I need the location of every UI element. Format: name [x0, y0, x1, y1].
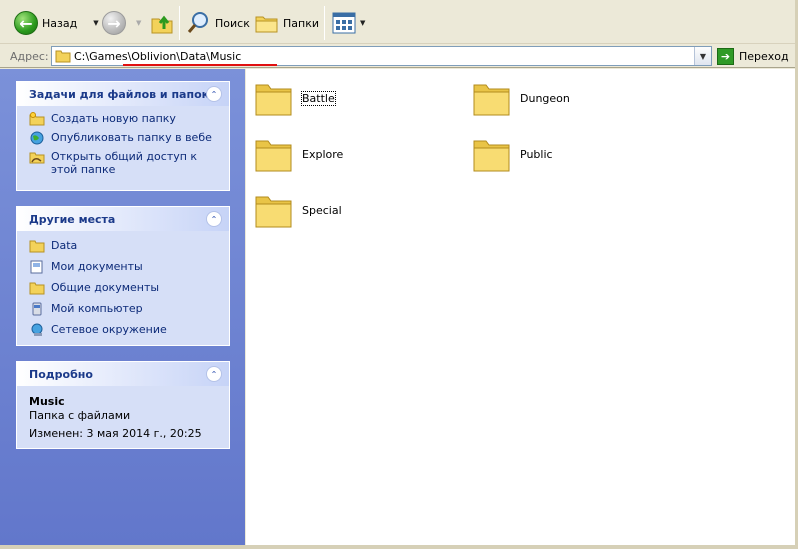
- folder-icon: [473, 140, 510, 172]
- collapse-icon[interactable]: ⌃: [206, 366, 222, 382]
- search-button[interactable]: Поиск: [187, 8, 250, 38]
- task-pane: Задачи для файлов и папок ⌃ Создать нову…: [0, 69, 245, 545]
- forward-button[interactable]: → ▼: [102, 8, 141, 38]
- network-icon: [31, 323, 43, 336]
- details-modified: Изменен: 3 мая 2014 г., 20:25: [29, 427, 202, 440]
- folder-view[interactable]: Battle Dungeon Explore Public Special: [246, 69, 795, 545]
- web-publish-icon: [30, 131, 44, 145]
- details-type: Папка с файлами: [29, 409, 131, 422]
- go-button[interactable]: ➔ Переход: [717, 46, 789, 66]
- task-label: Создать новую папку: [51, 112, 176, 125]
- place-label: Мой компьютер: [51, 302, 143, 315]
- address-label: Адрес:: [10, 50, 49, 63]
- folders-button[interactable]: Папки: [255, 8, 319, 38]
- folder-icon: [29, 282, 45, 295]
- back-label: Назад: [42, 16, 78, 30]
- folders-icon: [255, 16, 278, 33]
- place-label: Общие документы: [51, 281, 160, 294]
- folder-item-battle[interactable]: Battle: [254, 79, 336, 117]
- my-documents-icon: [30, 260, 43, 274]
- place-my-computer[interactable]: Мой компьютер: [29, 302, 219, 316]
- share-folder-icon: [29, 152, 45, 164]
- details-title: Подробно: [29, 367, 93, 381]
- folder-item-explore[interactable]: Explore: [254, 135, 343, 173]
- folder-item-special[interactable]: Special: [254, 191, 342, 229]
- folder-label: Public: [520, 147, 553, 161]
- address-dropdown-icon[interactable]: ▼: [694, 47, 711, 65]
- toolbar-separator: [179, 6, 180, 40]
- other-places-title: Другие места: [29, 212, 116, 226]
- views-dropdown-icon[interactable]: ▼: [360, 19, 365, 27]
- folder-icon: [473, 84, 510, 116]
- task-label: Опубликовать папку в вебе: [51, 131, 212, 144]
- place-label: Data: [51, 239, 78, 252]
- go-arrow-icon: ➔: [717, 47, 734, 65]
- forward-arrow-icon: →: [102, 11, 126, 35]
- window-frame: [0, 545, 798, 549]
- task-label: Открыть общий доступ к этой папке: [51, 150, 198, 176]
- toolbar: ← Назад ▼ → ▼ Поиск Папки ▼: [0, 0, 798, 44]
- folder-item-dungeon[interactable]: Dungeon: [472, 79, 570, 117]
- place-my-documents[interactable]: Мои документы: [29, 260, 219, 274]
- up-folder-button[interactable]: [150, 8, 174, 38]
- back-button[interactable]: ← Назад ▼: [14, 8, 99, 38]
- forward-dropdown-icon[interactable]: ▼: [136, 19, 141, 27]
- folder-icon: [255, 140, 292, 172]
- collapse-icon[interactable]: ⌃: [206, 211, 222, 227]
- details-panel: Подробно ⌃ Music Папка с файлами Изменен…: [16, 361, 230, 449]
- folder-icon: [55, 50, 71, 63]
- address-bar: Адрес: C:\Games\Oblivion\Data\Music ▼ ➔ …: [0, 44, 798, 68]
- folders-label: Папки: [283, 16, 319, 30]
- path-highlight-underline: [123, 64, 277, 66]
- up-folder-icon: [151, 15, 173, 34]
- back-arrow-icon: ←: [14, 11, 38, 35]
- details-header[interactable]: Подробно ⌃: [17, 362, 229, 386]
- address-path: C:\Games\Oblivion\Data\Music: [74, 50, 242, 63]
- folder-icon: [255, 84, 292, 116]
- toolbar-separator: [324, 6, 325, 40]
- folder-label: Special: [302, 203, 342, 217]
- tasks-panel-title: Задачи для файлов и папок: [29, 87, 210, 101]
- search-icon: [187, 12, 208, 33]
- back-dropdown-icon[interactable]: ▼: [93, 19, 98, 27]
- task-share-folder[interactable]: Открыть общий доступ к этой папке: [29, 150, 219, 176]
- task-new-folder[interactable]: Создать новую папку: [29, 112, 219, 126]
- tasks-panel-header[interactable]: Задачи для файлов и папок ⌃: [17, 82, 229, 106]
- views-button[interactable]: ▼: [332, 8, 365, 38]
- views-icon: [332, 12, 356, 34]
- place-data[interactable]: Data: [29, 239, 219, 253]
- collapse-icon[interactable]: ⌃: [206, 86, 222, 102]
- place-shared-documents[interactable]: Общие документы: [29, 281, 219, 295]
- folder-item-public[interactable]: Public: [472, 135, 553, 173]
- my-computer-icon: [32, 302, 42, 316]
- folder-label: Dungeon: [520, 91, 570, 105]
- details-name: Music: [29, 395, 65, 408]
- folder-label: Explore: [302, 147, 344, 161]
- search-label: Поиск: [215, 16, 250, 30]
- place-network[interactable]: Сетевое окружение: [29, 323, 219, 337]
- folder-icon: [255, 196, 292, 228]
- place-label: Мои документы: [51, 260, 143, 273]
- new-folder-icon: [29, 112, 45, 126]
- address-input[interactable]: C:\Games\Oblivion\Data\Music ▼: [51, 46, 712, 66]
- tasks-panel: Задачи для файлов и папок ⌃ Создать нову…: [16, 81, 230, 191]
- place-label: Сетевое окружение: [51, 323, 167, 336]
- folder-label: Battle: [301, 90, 336, 106]
- other-places-header[interactable]: Другие места ⌃: [17, 207, 229, 231]
- task-publish-web[interactable]: Опубликовать папку в вебе: [29, 131, 219, 145]
- folder-icon: [29, 240, 45, 253]
- other-places-panel: Другие места ⌃ Data Мои документы Общие …: [16, 206, 230, 346]
- go-label: Переход: [739, 49, 789, 63]
